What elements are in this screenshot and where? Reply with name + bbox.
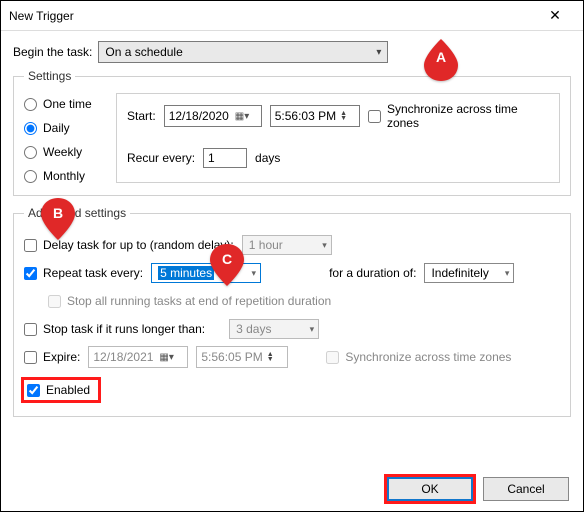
chevron-down-icon: ▾	[322, 240, 327, 251]
stop-longer-checkbox[interactable]: Stop task if it runs longer than:	[24, 322, 205, 336]
expire-checkbox[interactable]: Expire:	[24, 350, 80, 364]
cancel-button[interactable]: Cancel	[483, 477, 569, 501]
spinner-icon: ▲▼	[340, 111, 347, 121]
sync-timezones-checkbox[interactable]: Synchronize across time zones	[368, 102, 549, 130]
delay-value-dropdown: 1 hour▾	[242, 235, 332, 255]
repeat-task-checkbox[interactable]: Repeat task every:	[24, 266, 143, 280]
sync-timezones-2-checkbox: Synchronize across time zones	[326, 350, 511, 364]
stop-longer-dropdown: 3 days▾	[229, 319, 319, 339]
expire-date-picker: 12/18/2021▦▾	[88, 346, 188, 368]
close-icon[interactable]: ✕	[535, 2, 575, 30]
window-title: New Trigger	[9, 9, 535, 23]
recur-unit: days	[255, 151, 280, 165]
recur-value-input[interactable]: 1	[203, 148, 247, 168]
ok-button[interactable]: OK	[387, 477, 473, 501]
calendar-icon: ▦▾	[235, 111, 249, 122]
start-label: Start:	[127, 109, 156, 123]
stop-all-checkbox: Stop all running tasks at end of repetit…	[48, 294, 331, 308]
radio-daily[interactable]: Daily	[24, 121, 102, 135]
duration-dropdown[interactable]: Indefinitely▾	[424, 263, 514, 283]
chevron-down-icon: ▾	[252, 268, 257, 279]
spinner-icon: ▲▼	[267, 352, 274, 362]
calendar-icon: ▦▾	[159, 352, 173, 363]
radio-monthly[interactable]: Monthly	[24, 169, 102, 183]
settings-legend: Settings	[24, 69, 75, 83]
settings-group: Settings One time Daily Weekly Monthly S…	[13, 69, 571, 196]
start-time-picker[interactable]: 5:56:03 PM ▲▼	[270, 105, 360, 127]
begin-task-label: Begin the task:	[13, 45, 92, 59]
recur-label: Recur every:	[127, 151, 195, 165]
begin-task-dropdown[interactable]: On a schedule ▾	[98, 41, 388, 63]
start-date-picker[interactable]: 12/18/2020 ▦▾	[164, 105, 262, 127]
radio-weekly[interactable]: Weekly	[24, 145, 102, 159]
expire-time-picker: 5:56:05 PM▲▼	[196, 346, 288, 368]
advanced-legend: Advanced settings	[24, 206, 130, 220]
delay-task-checkbox[interactable]: Delay task for up to (random delay):	[24, 238, 234, 252]
chevron-down-icon: ▾	[310, 324, 315, 335]
repeat-every-dropdown[interactable]: 5 minutes▾	[151, 263, 261, 283]
radio-onetime[interactable]: One time	[24, 97, 102, 111]
chevron-down-icon: ▾	[376, 47, 381, 58]
advanced-settings-group: Advanced settings Delay task for up to (…	[13, 206, 571, 417]
duration-label: for a duration of:	[329, 266, 416, 280]
chevron-down-icon: ▾	[505, 268, 510, 279]
enabled-checkbox[interactable]: Enabled	[27, 383, 90, 397]
begin-task-value: On a schedule	[105, 45, 182, 59]
